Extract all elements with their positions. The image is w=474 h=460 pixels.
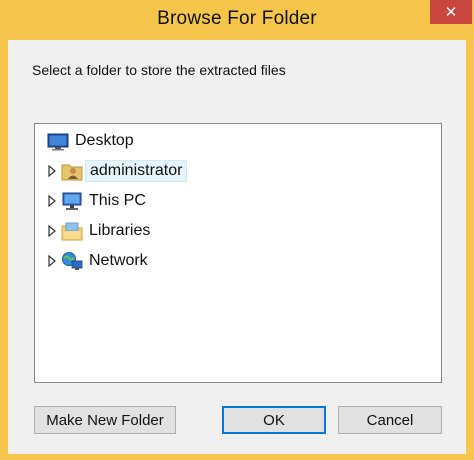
- dialog-body: Select a folder to store the extracted f…: [8, 40, 466, 454]
- folder-tree[interactable]: Desktop administrator This PC Libraries …: [34, 123, 442, 383]
- tree-item-administrator[interactable]: administrator: [47, 158, 188, 184]
- expand-arrow-icon[interactable]: [47, 164, 57, 178]
- tree-item-label: Network: [89, 252, 148, 269]
- user-folder-icon: [61, 164, 83, 181]
- tree-item-this-pc[interactable]: This PC: [47, 188, 146, 214]
- tree-item-libraries[interactable]: Libraries: [47, 218, 150, 244]
- libraries-icon: [61, 222, 83, 241]
- tree-item-label: This PC: [89, 192, 146, 209]
- computer-icon: [62, 192, 82, 210]
- network-icon: [62, 252, 83, 270]
- cancel-button[interactable]: Cancel: [338, 406, 442, 434]
- tree-item-label: Desktop: [75, 132, 134, 149]
- ok-button[interactable]: OK: [222, 406, 326, 434]
- expand-arrow-icon[interactable]: [47, 224, 57, 238]
- close-icon: ✕: [444, 4, 458, 21]
- tree-item-network[interactable]: Network: [47, 248, 148, 274]
- window-title: Browse For Folder: [157, 8, 317, 29]
- browse-for-folder-dialog: Browse For Folder ✕ Select a folder to s…: [0, 0, 474, 460]
- expand-arrow-icon[interactable]: [47, 254, 57, 268]
- tree-item-label: Libraries: [89, 222, 151, 239]
- expand-arrow-icon[interactable]: [47, 194, 57, 208]
- tree-item-label: administrator: [85, 160, 188, 182]
- title-bar[interactable]: Browse For Folder ✕: [0, 0, 474, 40]
- tree-item-desktop[interactable]: Desktop: [47, 128, 134, 154]
- make-new-folder-button[interactable]: Make New Folder: [34, 406, 176, 434]
- close-button[interactable]: ✕: [430, 0, 472, 24]
- desktop-icon: [47, 133, 69, 151]
- instruction-text: Select a folder to store the extracted f…: [32, 62, 286, 78]
